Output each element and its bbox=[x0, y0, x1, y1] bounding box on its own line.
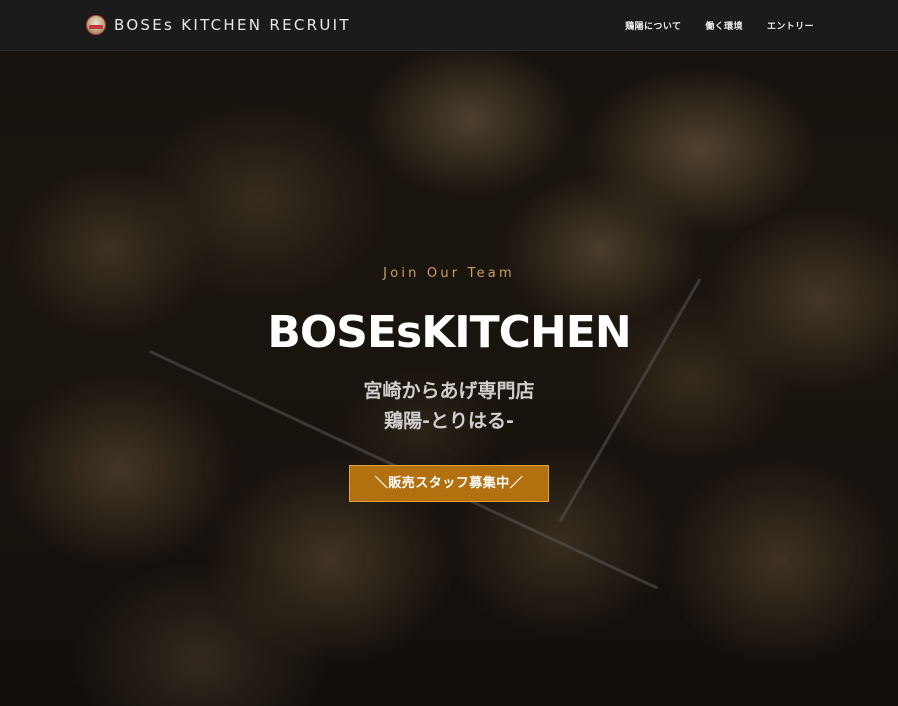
site-logo-link[interactable]: BOSEs KITCHEN RECRUIT bbox=[86, 14, 351, 36]
nav-item-about[interactable]: 鶏陽について bbox=[625, 19, 681, 32]
hero-section: Join Our Team BOSEsKITCHEN 宮崎からあげ専門店 鶏陽-… bbox=[0, 0, 898, 706]
hero-subtitle-line-1: 宮崎からあげ専門店 bbox=[363, 380, 535, 402]
main-nav: 鶏陽について 働く環境 エントリー bbox=[625, 0, 814, 50]
recruit-cta-button[interactable]: ＼販売スタッフ募集中／ bbox=[349, 465, 549, 502]
site-header: BOSEs KITCHEN RECRUIT 鶏陽について 働く環境 エントリー bbox=[0, 0, 898, 51]
hero-title: BOSEsKITCHEN bbox=[267, 307, 631, 358]
logo-text: BOSEs KITCHEN RECRUIT bbox=[114, 16, 351, 34]
nav-item-work-environment[interactable]: 働く環境 bbox=[705, 19, 743, 32]
hero-subtitle: 宮崎からあげ専門店 鶏陽-とりはる- bbox=[0, 376, 898, 436]
page: BOSEs KITCHEN RECRUIT 鶏陽について 働く環境 エントリー … bbox=[0, 0, 898, 706]
logo-emblem-icon bbox=[86, 15, 106, 35]
hero-eyebrow: Join Our Team bbox=[383, 266, 515, 281]
hero-subtitle-line-2: 鶏陽-とりはる- bbox=[384, 410, 514, 432]
nav-item-entry[interactable]: エントリー bbox=[767, 19, 814, 32]
